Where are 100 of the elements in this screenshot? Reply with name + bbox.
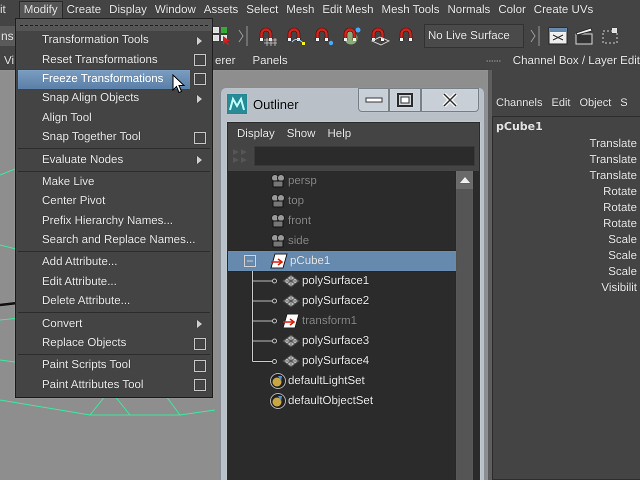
channel-box-menu-item[interactable]: Channels [496, 94, 542, 112]
outliner-row[interactable]: polySurface2 [228, 291, 456, 311]
live-surface-field[interactable]: No Live Surface [424, 24, 524, 48]
option-box[interactable] [194, 73, 206, 86]
attribute-label[interactable]: Rotate [603, 200, 637, 216]
menu-bar-item[interactable]: Color [494, 1, 530, 19]
menu-item[interactable]: Delete Attribute... [18, 292, 190, 312]
option-box[interactable] [194, 338, 206, 350]
menu-item[interactable]: Prefix Hierarchy Names... [18, 212, 190, 231]
maximize-button[interactable] [389, 88, 421, 112]
menu-bar-item[interactable]: Display [105, 1, 151, 19]
close-button[interactable] [421, 88, 479, 112]
menu-bar-item[interactable]: Edit Mesh [318, 1, 378, 19]
sphere-icon [270, 373, 286, 389]
menu-item[interactable]: Align Tool [18, 108, 190, 128]
up-arrow-icon [460, 177, 470, 183]
tear-off-handle[interactable] [16, 19, 212, 31]
outliner-row[interactable]: side [228, 231, 456, 251]
outliner-menu-item[interactable]: Display [237, 128, 275, 140]
mesh-icon [282, 274, 300, 288]
attribute-label[interactable]: Rotate [603, 216, 637, 232]
mesh-icon [282, 294, 300, 308]
menu-item[interactable]: Convert [18, 314, 190, 334]
menu-item[interactable]: Evaluate Nodes [18, 150, 190, 170]
option-box[interactable] [194, 54, 206, 66]
camera-icon [270, 193, 286, 209]
menu-bar-item[interactable]: Window [150, 1, 200, 19]
attribute-label[interactable]: Translate [589, 168, 637, 184]
menu-item[interactable]: Add Attribute... [18, 253, 190, 272]
maximize-icon [397, 93, 413, 107]
outliner-row[interactable]: polySurface4 [228, 351, 456, 371]
frame-selection-icon[interactable] [600, 26, 620, 46]
select-tool-icon[interactable] [212, 26, 232, 46]
outliner-row[interactable]: transform1 [228, 311, 456, 331]
menu-bar-item[interactable]: Assets [200, 1, 242, 19]
attribute-label[interactable]: Scale [608, 264, 637, 280]
menu-item[interactable]: Snap Together Tool [18, 128, 190, 148]
minimize-button[interactable] [358, 88, 389, 112]
menu-bar-item[interactable]: Modify [18, 1, 63, 19]
menu-item[interactable]: Make Live [18, 172, 190, 192]
option-box[interactable] [194, 132, 206, 144]
menu-item[interactable]: Transformation Tools [18, 31, 190, 50]
attribute-label[interactable]: Scale [608, 248, 637, 264]
mouse-cursor-icon [172, 74, 186, 94]
grip-icon[interactable] [486, 58, 503, 64]
submenu-arrow-icon [197, 94, 202, 103]
outliner-menu-item[interactable]: Help [328, 128, 352, 140]
menu-item[interactable]: Paint Scripts Tool [18, 356, 190, 376]
outliner-row[interactable]: top [228, 191, 456, 211]
transform-icon [270, 253, 288, 269]
option-box[interactable] [194, 360, 206, 372]
channel-box-menu-item[interactable]: Object [579, 94, 612, 112]
menu-item[interactable]: Search and Replace Names... [18, 231, 196, 250]
menu-item[interactable]: Reset Transformations [18, 50, 190, 70]
attribute-label[interactable]: Scale [608, 232, 637, 248]
transform-icon [282, 313, 300, 329]
tree-connector-icon [252, 311, 277, 331]
menu-bar-item[interactable]: it [0, 1, 10, 19]
collapse-toggle-icon[interactable] [244, 255, 256, 267]
render-settings-icon[interactable] [548, 26, 568, 46]
outliner-row[interactable]: defaultObjectSet [228, 391, 456, 411]
outliner-row[interactable]: polySurface3 [228, 331, 456, 351]
option-box[interactable] [194, 379, 206, 392]
outliner-menu-item[interactable]: Show [286, 128, 316, 140]
close-icon [442, 93, 458, 107]
menu-item[interactable]: Replace Objects [18, 334, 190, 354]
menu-item[interactable]: Paint Attributes Tool [18, 376, 190, 395]
object-name: pCube1 [496, 120, 544, 135]
channel-box-menu-item[interactable]: S [620, 94, 628, 112]
menu-item[interactable]: Center Pivot [18, 192, 190, 212]
menu-bar-item[interactable]: Create UVs [530, 1, 598, 19]
attribute-label[interactable]: Translate [589, 136, 637, 152]
panel-title: Channel Box / Layer Edit [512, 55, 640, 67]
search-field[interactable] [254, 146, 475, 166]
window-title: Outliner [253, 96, 299, 112]
scroll-up-button[interactable] [456, 171, 473, 189]
menu-bar-item[interactable]: Normals [444, 1, 494, 19]
outliner-row[interactable]: polySurface1 [228, 271, 456, 291]
menu-item[interactable]: Snap Align Objects [18, 89, 190, 108]
menu-bar-item[interactable]: Mesh [282, 1, 318, 19]
outliner-row[interactable]: front [228, 211, 456, 231]
separator-arrow-icon [530, 25, 542, 47]
tree-connector-icon [252, 271, 277, 291]
outliner-row[interactable]: defaultLightSet [228, 371, 456, 391]
mesh-icon [282, 354, 300, 368]
clapperboard-icon[interactable] [574, 26, 594, 46]
attribute-label[interactable]: Translate [589, 152, 637, 168]
menu-item[interactable]: Edit Attribute... [18, 272, 190, 292]
menu-bar-item[interactable]: Create [62, 1, 106, 19]
menu-bar-item[interactable]: Select [242, 1, 282, 19]
outliner-row[interactable]: persp [228, 171, 456, 191]
attribute-label[interactable]: Visibilit [601, 280, 637, 296]
minimize-icon [364, 97, 382, 103]
attribute-label[interactable]: Rotate [603, 184, 637, 200]
channel-box-menu-item[interactable]: Edit [551, 94, 570, 112]
mesh-icon [282, 334, 300, 348]
menu-bar-item[interactable]: Mesh Tools [378, 1, 444, 19]
panel-menu-item[interactable]: erer [215, 55, 236, 67]
panel-menu-item[interactable]: Panels [252, 55, 486, 67]
scrollbar[interactable] [456, 171, 473, 480]
